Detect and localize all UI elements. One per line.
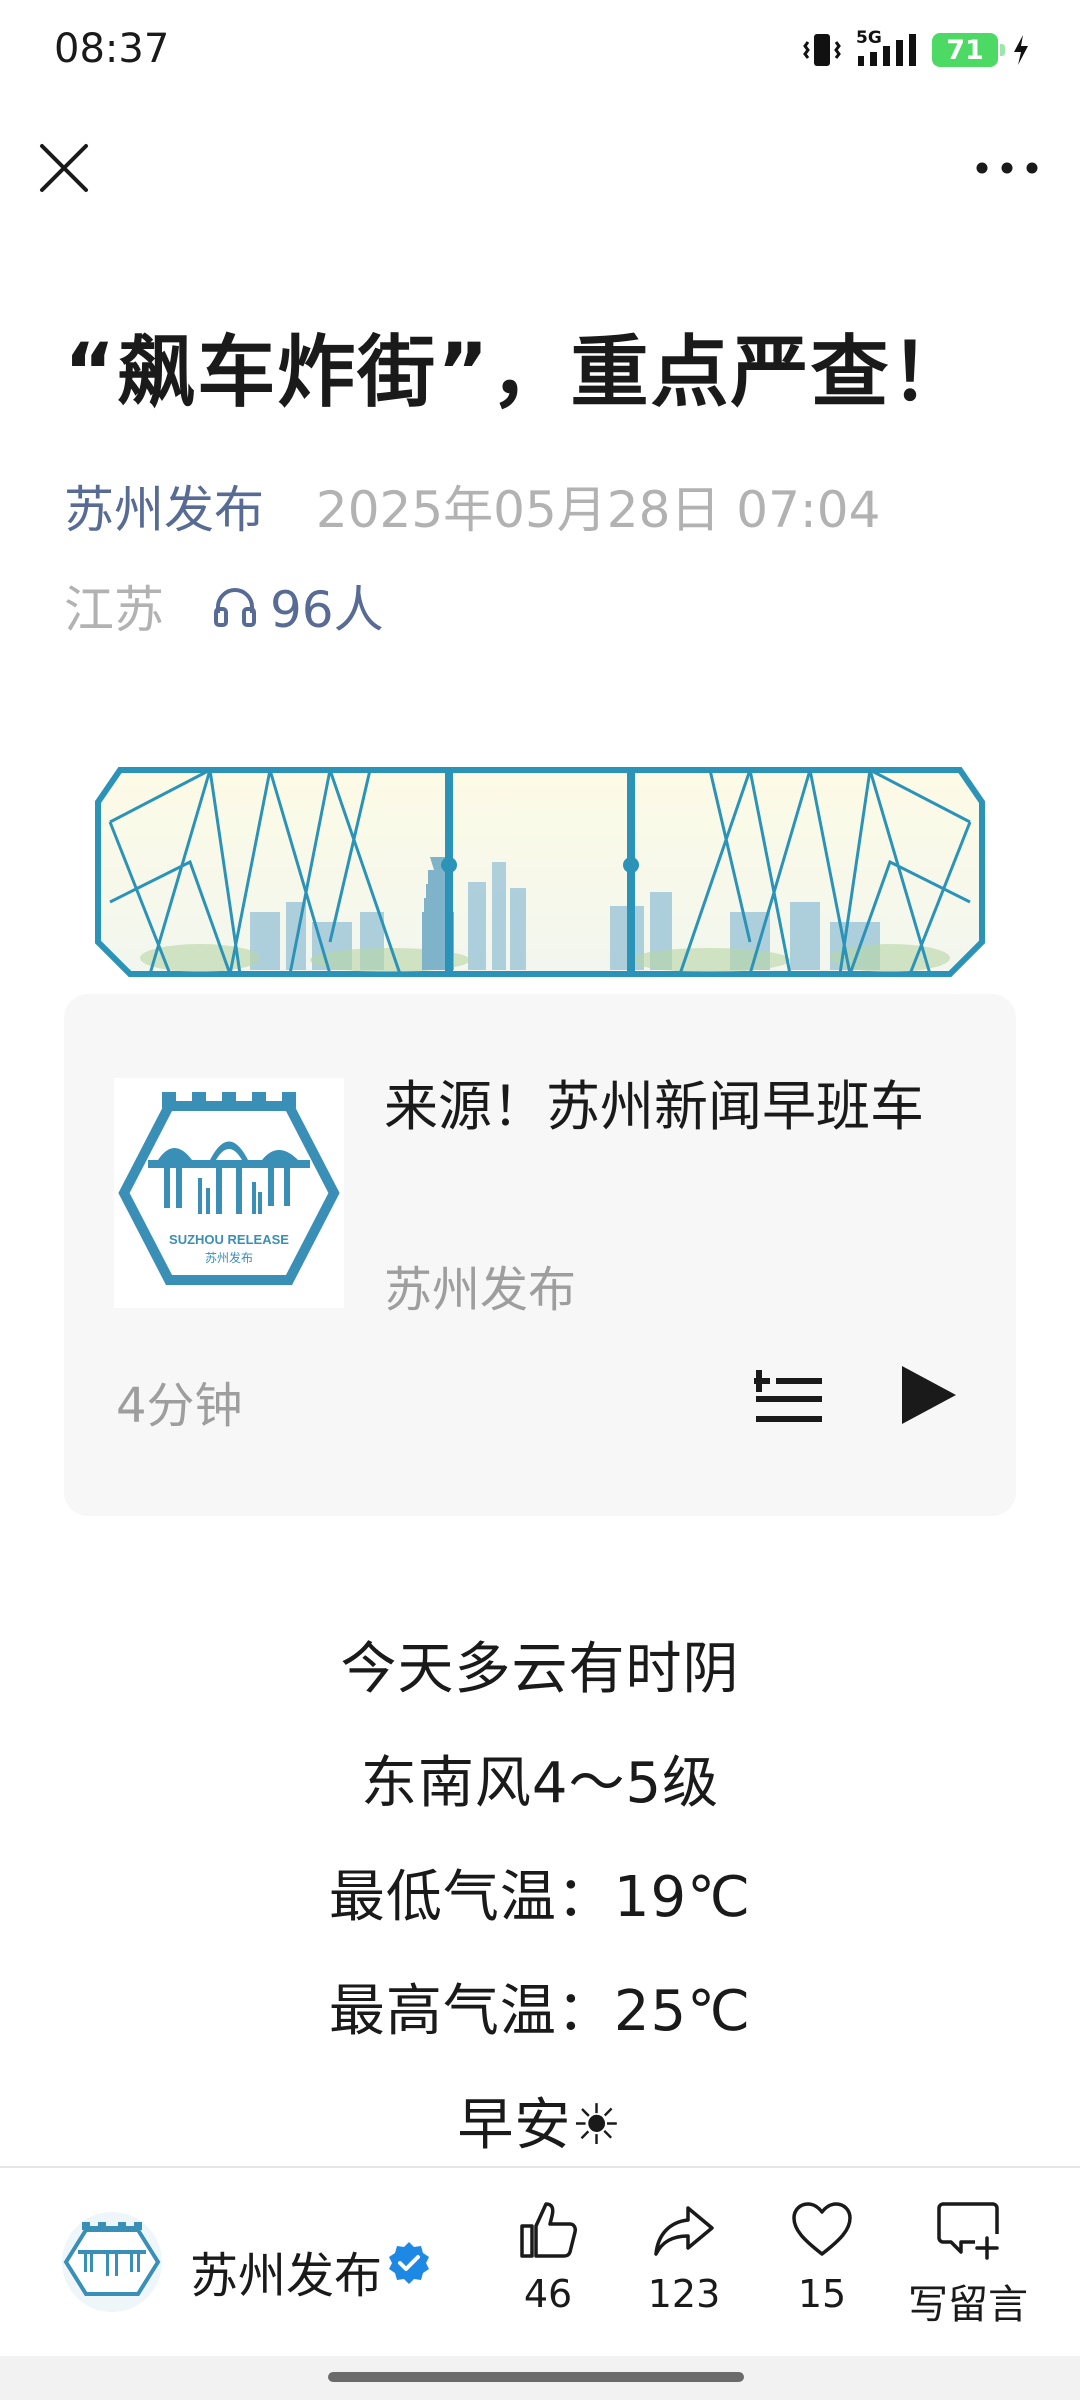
write-comment-button[interactable]: 写留言 bbox=[888, 2198, 1048, 2330]
audio-author: 苏州发布 bbox=[384, 1262, 577, 1318]
gesture-nav-bar bbox=[0, 2356, 1080, 2400]
audio-cover: SUZHOU RELEASE 苏州发布 bbox=[114, 1078, 344, 1308]
share-button[interactable]: 123 bbox=[614, 2198, 754, 2316]
listen-count: 96人 bbox=[270, 581, 384, 639]
cellular-signal-icon: 5G bbox=[856, 28, 918, 70]
comment-add-icon bbox=[937, 2202, 999, 2260]
battery-indicator: 71 bbox=[932, 33, 1005, 67]
logo-text-en: SUZHOU RELEASE bbox=[169, 1232, 289, 1247]
article-meta: 苏州发布 2025年05月28日 07:04 bbox=[64, 470, 880, 542]
charging-icon bbox=[1014, 35, 1028, 65]
article-meta-secondary: 江苏 96人 bbox=[64, 570, 384, 642]
region-label: 江苏 bbox=[64, 581, 164, 639]
article-body: 今天多云有时阴 东南风4～5级 最低气温：19℃ 最高气温：25℃ 早安☀ bbox=[0, 1630, 1080, 2200]
publish-date: 2025年05月28日 07:04 bbox=[315, 481, 881, 539]
headphones-icon bbox=[214, 588, 256, 627]
thumbs-up-icon bbox=[520, 2202, 577, 2258]
more-dots-icon[interactable] bbox=[972, 148, 1042, 188]
min-temp-line: 最低气温：19℃ bbox=[328, 1865, 752, 1930]
listen-count-button[interactable]: 96人 bbox=[210, 570, 384, 642]
account-name-link[interactable]: 苏州发布 bbox=[64, 481, 264, 539]
play-icon[interactable] bbox=[896, 1362, 960, 1428]
bottom-action-bar: 苏州发布 46 123 15 写留言 bbox=[0, 2166, 1080, 2356]
banner-image bbox=[95, 767, 985, 977]
add-to-playlist-icon[interactable] bbox=[754, 1366, 824, 1426]
heart-icon bbox=[792, 2202, 852, 2256]
status-icons: 5G 71 bbox=[802, 28, 1030, 70]
favorite-button[interactable]: 15 bbox=[752, 2198, 892, 2316]
weather-line: 今天多云有时阴 bbox=[340, 1637, 740, 1702]
article-page: 08:37 5G 71 “飙车炸街”，重点严查！ 苏州发布 2025年05月28… bbox=[0, 0, 1080, 2400]
verified-badge-icon bbox=[389, 2242, 429, 2284]
vibrate-icon bbox=[803, 34, 841, 66]
like-button[interactable]: 46 bbox=[478, 2198, 618, 2316]
share-count: 123 bbox=[647, 2272, 721, 2316]
audio-title: 来源！苏州新闻早班车 bbox=[384, 1075, 924, 1138]
max-temp-line: 最高气温：25℃ bbox=[328, 1979, 752, 2044]
close-icon[interactable] bbox=[36, 140, 92, 196]
favorite-count: 15 bbox=[797, 2272, 847, 2316]
logo-text-cn: 苏州发布 bbox=[205, 1250, 253, 1265]
suzhou-release-logo: SUZHOU RELEASE 苏州发布 bbox=[118, 1092, 340, 1285]
share-arrow-icon bbox=[654, 2206, 714, 2256]
write-comment-label: 写留言 bbox=[908, 2282, 1028, 2328]
audio-card[interactable]: SUZHOU RELEASE 苏州发布 来源！苏州新闻早班车 苏州发布 4分钟 bbox=[64, 994, 1016, 1516]
article-title: “飙车炸街”，重点严查！ bbox=[64, 328, 971, 418]
like-count: 46 bbox=[523, 2272, 573, 2316]
status-time: 08:37 bbox=[54, 26, 170, 72]
battery-level: 71 bbox=[946, 34, 984, 66]
account-name[interactable]: 苏州发布 bbox=[190, 2236, 382, 2306]
home-indicator[interactable] bbox=[328, 2372, 744, 2382]
wind-line: 东南风4～5级 bbox=[360, 1751, 720, 1816]
account-avatar[interactable] bbox=[62, 2212, 162, 2312]
audio-duration: 4分钟 bbox=[116, 1378, 243, 1434]
status-bar: 08:37 5G 71 bbox=[0, 0, 1080, 110]
